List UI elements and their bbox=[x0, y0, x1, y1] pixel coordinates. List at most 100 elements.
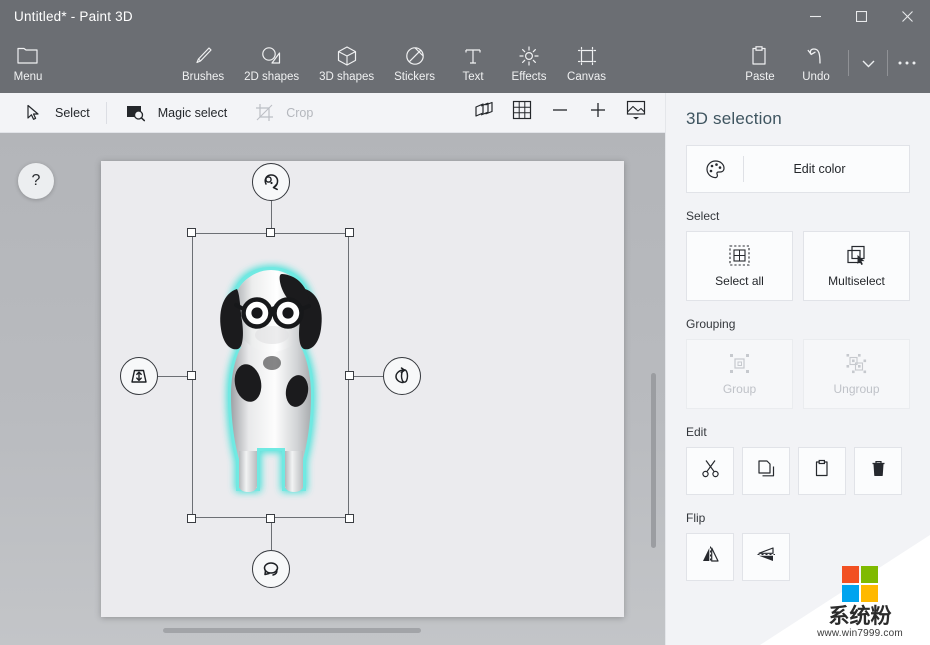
gizmo-connector-right bbox=[349, 375, 383, 377]
toolbar-divider-2 bbox=[887, 50, 888, 76]
select-section-label: Select bbox=[686, 209, 720, 223]
resize-handle-bottom-right[interactable] bbox=[345, 514, 354, 523]
question-mark-icon: ? bbox=[31, 172, 41, 189]
3d-shapes-button[interactable]: 3D shapes bbox=[309, 34, 384, 92]
2d-shapes-button[interactable]: 2D shapes bbox=[234, 34, 309, 92]
cube-icon bbox=[336, 44, 358, 68]
copy-button[interactable] bbox=[742, 447, 790, 495]
subbar-divider bbox=[105, 101, 107, 124]
canvas-label: Canvas bbox=[567, 70, 607, 83]
drawing-canvas[interactable] bbox=[101, 161, 624, 617]
menu-button[interactable]: Menu bbox=[0, 34, 56, 92]
multiselect-button[interactable]: Multiselect bbox=[803, 231, 910, 301]
brushes-button[interactable]: Brushes bbox=[172, 34, 234, 92]
paste-button[interactable]: Paste bbox=[732, 34, 788, 92]
edit-section-label: Edit bbox=[686, 425, 707, 439]
brush-icon bbox=[192, 44, 214, 68]
flip-horizontal-button[interactable] bbox=[686, 533, 734, 581]
ungroup-button: Ungroup bbox=[803, 339, 910, 409]
group-label: Group bbox=[722, 382, 757, 396]
flip-horizontal-icon bbox=[700, 545, 721, 569]
trash-icon bbox=[869, 459, 888, 483]
stickers-button[interactable]: Stickers bbox=[384, 34, 445, 92]
chevron-down-icon[interactable] bbox=[853, 40, 883, 86]
sticker-icon bbox=[404, 44, 426, 68]
clipboard-icon bbox=[813, 459, 832, 483]
canvas-icon bbox=[576, 44, 598, 68]
toolbar-divider bbox=[848, 50, 849, 76]
text-button[interactable]: Text bbox=[445, 34, 501, 92]
vertical-scrollbar[interactable] bbox=[651, 373, 656, 548]
minimize-button[interactable] bbox=[792, 0, 838, 33]
select-tool-label: Select bbox=[55, 105, 90, 120]
canvas-workspace[interactable]: ? bbox=[0, 133, 665, 645]
magic-select-tool[interactable]: Magic select bbox=[111, 93, 239, 133]
secondary-toolbar: Select Magic select Crop bbox=[0, 93, 665, 133]
resize-handle-top-center[interactable] bbox=[265, 228, 275, 237]
paste-button-panel[interactable] bbox=[798, 447, 846, 495]
effects-button[interactable]: Effects bbox=[501, 34, 557, 92]
select-all-button[interactable]: Select all bbox=[686, 231, 793, 301]
zoom-out-button[interactable] bbox=[541, 93, 579, 133]
panel-title: 3D selection bbox=[686, 109, 782, 128]
selection-bounding-box bbox=[192, 233, 349, 518]
grid-icon bbox=[512, 100, 532, 125]
crop-icon bbox=[251, 100, 277, 126]
edit-color-button[interactable]: Edit color bbox=[686, 145, 910, 193]
zoom-in-button[interactable] bbox=[579, 93, 617, 133]
canvas-button[interactable]: Canvas bbox=[557, 34, 616, 92]
image-icon bbox=[625, 100, 647, 125]
flip-vertical-icon bbox=[756, 545, 777, 569]
depth-handle[interactable] bbox=[120, 356, 158, 395]
crop-label: Crop bbox=[286, 105, 314, 120]
cursor-icon bbox=[20, 100, 46, 126]
resize-handle-middle-right[interactable] bbox=[345, 370, 354, 380]
select-section-buttons: Select all Multiselect bbox=[686, 231, 910, 301]
3d-view-icon bbox=[473, 101, 495, 124]
flip-vertical-button[interactable] bbox=[742, 533, 790, 581]
rotate-horizontal-handle[interactable] bbox=[251, 550, 290, 588]
3d-view-button[interactable] bbox=[465, 93, 503, 133]
image-view-button[interactable] bbox=[617, 93, 655, 133]
stickers-label: Stickers bbox=[394, 70, 436, 83]
2d-shapes-label: 2D shapes bbox=[244, 70, 300, 83]
effects-label: Effects bbox=[511, 70, 547, 83]
resize-handle-top-left[interactable] bbox=[187, 228, 196, 237]
text-label: Text bbox=[462, 70, 484, 83]
main-toolbar: Menu Brushes 2D shapes 3D shapes Sticker… bbox=[0, 33, 930, 93]
close-button[interactable] bbox=[884, 0, 930, 33]
resize-handle-bottom-center[interactable] bbox=[265, 514, 275, 523]
window-title: Untitled* - Paint 3D bbox=[14, 9, 133, 24]
ungroup-icon bbox=[846, 352, 867, 374]
horizontal-scrollbar[interactable] bbox=[163, 628, 421, 633]
2d-shapes-icon bbox=[260, 44, 284, 68]
rotate-y-handle[interactable] bbox=[383, 356, 421, 395]
3d-object-selection[interactable] bbox=[120, 163, 421, 588]
copy-icon bbox=[757, 459, 776, 483]
ellipsis-icon[interactable] bbox=[892, 40, 922, 86]
select-all-label: Select all bbox=[715, 274, 764, 288]
grid-button[interactable] bbox=[503, 93, 541, 133]
group-icon bbox=[729, 352, 750, 374]
resize-handle-top-right[interactable] bbox=[345, 228, 354, 237]
maximize-button[interactable] bbox=[838, 0, 884, 33]
resize-handle-bottom-left[interactable] bbox=[187, 514, 196, 523]
title-bar: Untitled* - Paint 3D bbox=[0, 0, 930, 33]
cut-button[interactable] bbox=[686, 447, 734, 495]
ungroup-label: Ungroup bbox=[833, 382, 880, 396]
flip-section-buttons bbox=[686, 533, 910, 581]
paint3d-window: Untitled* - Paint 3D Menu Brushes 2D sha… bbox=[0, 0, 930, 645]
multiselect-icon bbox=[846, 244, 867, 266]
undo-button[interactable]: Undo bbox=[788, 34, 844, 92]
resize-handle-middle-left[interactable] bbox=[187, 370, 196, 380]
delete-button[interactable] bbox=[854, 447, 902, 495]
brushes-label: Brushes bbox=[181, 70, 225, 83]
rotate-z-handle[interactable] bbox=[251, 163, 290, 201]
select-tool[interactable]: Select bbox=[8, 93, 102, 133]
minus-icon bbox=[551, 101, 569, 124]
undo-label: Undo bbox=[802, 70, 830, 83]
effects-icon bbox=[518, 44, 540, 68]
palette-icon bbox=[687, 146, 743, 192]
help-button[interactable]: ? bbox=[18, 163, 54, 199]
window-controls bbox=[792, 0, 930, 33]
